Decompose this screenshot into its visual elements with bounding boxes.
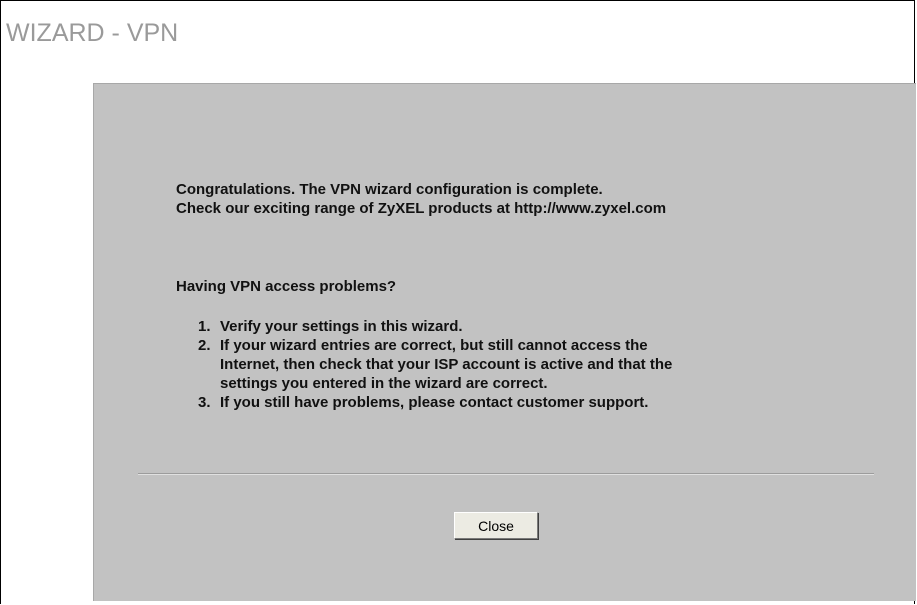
step-text: If you still have problems, please conta… <box>220 394 649 411</box>
step-item: 3. If you still have problems, please co… <box>198 393 672 412</box>
step-text: Internet, then check that your ISP accou… <box>220 356 673 373</box>
step-number: 2. <box>198 337 211 354</box>
step-text: If your wizard entries are correct, but … <box>220 337 648 354</box>
page-title: WIZARD - VPN <box>6 19 179 47</box>
step-text: settings you entered in the wizard are c… <box>220 375 548 392</box>
step-text: Verify your settings in this wizard. <box>220 318 463 335</box>
wizard-panel: Congratulations. The VPN wizard configur… <box>93 83 916 601</box>
troubleshooting-steps: 1. Verify your settings in this wizard. … <box>198 317 672 412</box>
step-item: 2. If your wizard entries are correct, b… <box>198 336 672 393</box>
step-item: 1. Verify your settings in this wizard. <box>198 317 672 336</box>
congratulations-message: Congratulations. The VPN wizard configur… <box>176 181 603 198</box>
step-number: 1. <box>198 318 211 335</box>
divider <box>138 473 874 475</box>
problems-heading: Having VPN access problems? <box>176 278 397 295</box>
wizard-page: WIZARD - VPN Congratulations. The VPN wi… <box>0 0 916 604</box>
close-button[interactable]: Close <box>454 512 538 539</box>
step-number: 3. <box>198 394 211 411</box>
products-message: Check our exciting range of ZyXEL produc… <box>176 200 667 217</box>
